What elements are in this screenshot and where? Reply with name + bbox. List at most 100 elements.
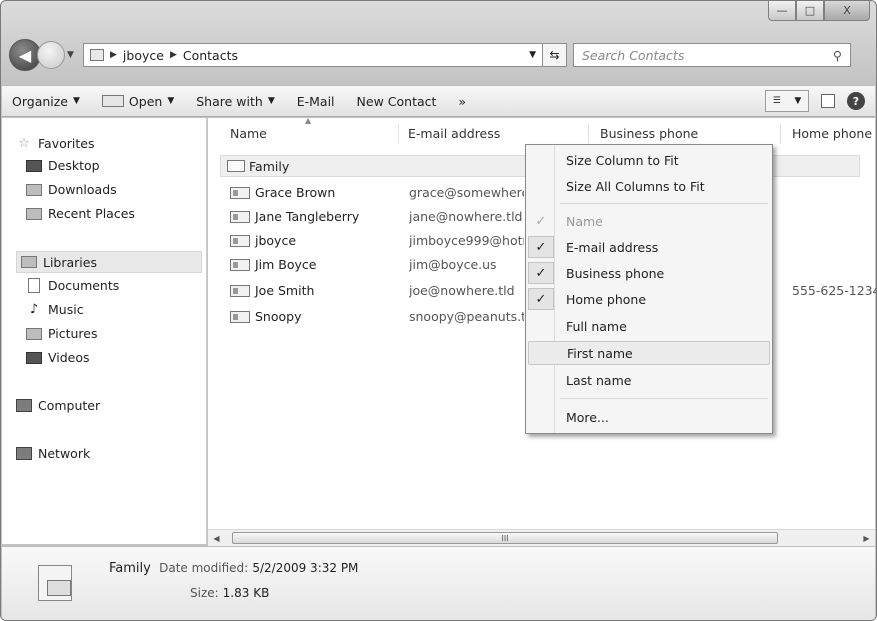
desktop-icon [26, 159, 42, 172]
music-icon: ♪ [29, 302, 39, 317]
recent-places-icon [26, 207, 42, 220]
nav-favorites-label: Favorites [38, 136, 95, 151]
menu-item-label: Business phone [566, 265, 665, 281]
search-input[interactable]: Search Contacts ⚲ [573, 43, 851, 67]
window-controls: — □ X [768, 1, 870, 21]
forward-button[interactable] [37, 41, 65, 69]
breadcrumb-arrow-icon[interactable]: ▶ [170, 50, 177, 60]
checkmark-icon: ✓ [528, 262, 554, 284]
more-commands-button[interactable]: » [458, 94, 466, 109]
address-row: ◀ ▼ ▶ jboyce ▶ Contacts ▼ ⇆ Search Conta… [9, 37, 869, 73]
search-placeholder: Search Contacts [582, 47, 685, 63]
nav-desktop-label: Desktop [48, 158, 100, 173]
nav-videos[interactable]: Videos [26, 350, 90, 365]
share-with-label: Share with [196, 93, 263, 109]
nav-libraries[interactable]: Libraries [16, 251, 202, 273]
new-contact-button[interactable]: New Contact [357, 94, 437, 109]
contact-name: jboyce [255, 233, 297, 248]
menu-item-email-address[interactable]: ✓ E-mail address [528, 235, 770, 259]
menu-separator [560, 203, 768, 204]
nav-videos-label: Videos [48, 350, 90, 365]
checkmark-icon: ✓ [535, 213, 547, 229]
breadcrumb-contacts[interactable]: Contacts [183, 48, 238, 63]
nav-pictures[interactable]: Pictures [26, 326, 98, 341]
recent-pages-dropdown[interactable]: ▼ [67, 50, 79, 60]
scrollbar-thumb[interactable]: III [232, 532, 778, 544]
contact-card-icon [230, 284, 250, 297]
nav-music[interactable]: ♪ Music [26, 302, 84, 317]
nav-pictures-label: Pictures [48, 326, 98, 341]
nav-libraries-label: Libraries [43, 254, 97, 270]
organize-label: Organize [12, 93, 68, 109]
nav-music-label: Music [48, 302, 84, 317]
contact-card-icon [230, 186, 250, 199]
menu-item-home-phone[interactable]: ✓ Home phone [528, 287, 770, 311]
open-button[interactable]: Open ▼ [101, 94, 174, 109]
libraries-icon [21, 256, 37, 268]
menu-item-last-name[interactable]: Last name [528, 368, 770, 392]
close-button[interactable]: X [824, 1, 870, 21]
nav-network[interactable]: Network [16, 446, 90, 461]
refresh-button[interactable]: ⇆ [543, 43, 567, 67]
menu-item-full-name[interactable]: Full name [528, 314, 770, 338]
menu-item-more[interactable]: More... [528, 405, 770, 429]
network-icon [16, 447, 32, 460]
preview-pane-button[interactable] [817, 90, 839, 112]
scroll-right-icon[interactable]: ▶ [858, 534, 875, 543]
menu-item-label: Last name [566, 372, 632, 388]
contact-email: jane@nowhere.tld [409, 209, 523, 224]
horizontal-scrollbar[interactable]: ◀ III ▶ [208, 529, 875, 546]
contact-home-phone: 555-625-1234 [792, 283, 877, 298]
minimize-button[interactable]: — [768, 1, 796, 21]
column-business-phone-label: Business phone [600, 125, 699, 141]
column-header-name[interactable]: Name ▲ [230, 116, 311, 148]
contact-name: Grace Brown [255, 185, 336, 200]
breadcrumb-arrow-icon[interactable]: ▶ [110, 50, 117, 60]
nav-downloads[interactable]: Downloads [26, 182, 117, 197]
address-bar[interactable]: ▶ jboyce ▶ Contacts ▼ [83, 43, 543, 67]
maximize-button[interactable]: □ [796, 1, 824, 21]
menu-item-first-name[interactable]: First name [528, 341, 770, 365]
contact-email: joe@nowhere.tld [409, 283, 515, 298]
search-icon[interactable]: ⚲ [833, 48, 842, 63]
nav-recent-places[interactable]: Recent Places [26, 206, 135, 221]
contact-name: Snoopy [255, 309, 302, 324]
column-divider[interactable] [398, 124, 399, 144]
share-with-button[interactable]: Share with ▼ [196, 94, 275, 109]
nav-documents[interactable]: Documents [26, 278, 119, 293]
nav-favorites[interactable]: ☆ Favorites [16, 136, 94, 151]
email-button[interactable]: E-Mail [297, 94, 335, 109]
column-header-email[interactable]: E-mail address [408, 118, 500, 148]
column-divider[interactable] [780, 124, 781, 144]
contact-card-icon [230, 234, 250, 247]
breadcrumb-jboyce[interactable]: jboyce [123, 48, 164, 63]
menu-item-business-phone[interactable]: ✓ Business phone [528, 261, 770, 285]
scroll-left-icon[interactable]: ◀ [208, 534, 225, 543]
chevron-down-icon: ▼ [73, 96, 80, 106]
menu-item-size-column-to-fit[interactable]: Size Column to Fit [528, 148, 770, 172]
menu-item-label: More... [566, 409, 609, 425]
contact-group-large-icon [38, 565, 72, 601]
column-divider[interactable] [588, 124, 589, 144]
help-icon[interactable]: ? [847, 92, 865, 110]
nav-downloads-label: Downloads [48, 182, 117, 197]
details-item-name: Family [109, 561, 151, 576]
contact-card-icon [230, 258, 250, 271]
details-date-label: Date modified: [159, 561, 249, 575]
open-icon [101, 95, 124, 107]
menu-item-label: Name [566, 213, 603, 229]
details-title: Family Date modified: 5/2/2009 3:32 PM [109, 561, 358, 576]
menu-item-size-all-columns-to-fit[interactable]: Size All Columns to Fit [528, 174, 770, 198]
contact-card-icon [230, 210, 250, 223]
column-email-label: E-mail address [408, 125, 501, 141]
nav-computer[interactable]: Computer [16, 398, 100, 413]
contact-email: jim@boyce.us [409, 257, 497, 272]
checkmark-icon: ✓ [528, 288, 554, 310]
contact-email: snoopy@peanuts.tld [409, 309, 524, 324]
new-contact-label: New Contact [356, 93, 437, 109]
nav-desktop[interactable]: Desktop [26, 158, 100, 173]
column-header-home-phone[interactable]: Home phone [792, 118, 872, 148]
organize-button[interactable]: Organize ▼ [12, 94, 80, 109]
change-view-button[interactable]: ☰ ▼ [765, 90, 809, 112]
address-dropdown-icon[interactable]: ▼ [529, 50, 536, 60]
